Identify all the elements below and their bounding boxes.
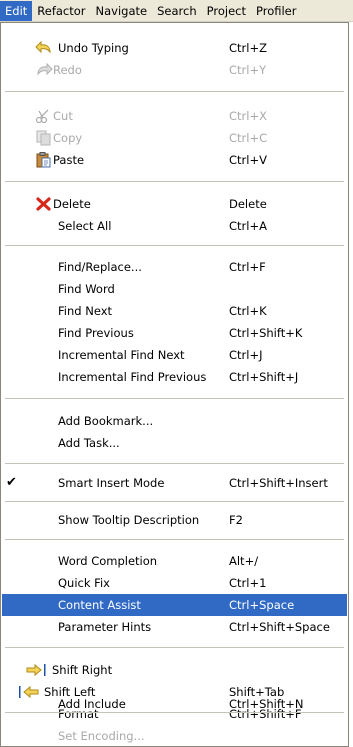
menu-item-shortcut: Ctrl+K bbox=[229, 304, 267, 318]
menu-item-shortcut: Ctrl+Shift+Insert bbox=[229, 476, 328, 490]
scissors-icon bbox=[35, 108, 53, 124]
menu-item-label: Set Encoding... bbox=[58, 729, 145, 743]
menu-item-shortcut: Ctrl+J bbox=[229, 348, 263, 362]
menu-item-find-word[interactable]: Find Word bbox=[2, 278, 347, 300]
menu-item-label: Content Assist bbox=[58, 598, 141, 612]
menu-item-label: Redo bbox=[53, 63, 82, 77]
menu-item-shortcut: Alt+/ bbox=[229, 554, 259, 568]
menu-item-paste[interactable]: Paste Ctrl+V bbox=[2, 149, 347, 171]
menu-item-content-assist[interactable]: Content Assist Ctrl+Space bbox=[2, 594, 347, 616]
edit-menu-dropdown: Undo Typing Ctrl+Z Redo Ctrl+Y Cut Ctrl+… bbox=[0, 22, 349, 747]
menu-item-label: Smart Insert Mode bbox=[58, 476, 165, 490]
menu-item-add-task[interactable]: Add Task... bbox=[2, 432, 347, 454]
menu-item-label: Undo Typing bbox=[58, 41, 129, 55]
menubar-edit[interactable]: Edit bbox=[0, 0, 33, 21]
menu-item-shift-right[interactable]: Shift Right bbox=[2, 659, 347, 681]
menu-item-label: Add Task... bbox=[58, 436, 120, 450]
menu-item-shortcut: Delete bbox=[229, 197, 267, 211]
menu-item-label: Add Include bbox=[58, 697, 126, 711]
menu-item-parameter-hints[interactable]: Parameter Hints Ctrl+Shift+Space bbox=[2, 616, 347, 638]
menu-item-quick-fix[interactable]: Quick Fix Ctrl+1 bbox=[2, 572, 347, 594]
menu-item-word-completion[interactable]: Word Completion Alt+/ bbox=[2, 550, 347, 572]
menubar-search[interactable]: Search bbox=[152, 1, 202, 21]
menu-item-shortcut: Ctrl+Y bbox=[229, 63, 267, 77]
menu-item-label: Show Tooltip Description bbox=[58, 513, 200, 527]
menu-item-shortcut: Ctrl+Space bbox=[229, 598, 295, 612]
menu-item-label: Delete bbox=[53, 197, 91, 211]
menu-item-undo-typing[interactable]: Undo Typing Ctrl+Z bbox=[2, 37, 347, 59]
menu-item-label: Select All bbox=[58, 219, 112, 233]
paste-icon bbox=[35, 152, 53, 168]
menu-item-copy[interactable]: Copy Ctrl+C bbox=[2, 127, 347, 149]
menu-item-label: Incremental Find Previous bbox=[58, 370, 207, 384]
menubar-project[interactable]: Project bbox=[202, 1, 251, 21]
menu-item-delete[interactable]: Delete Delete bbox=[2, 193, 347, 215]
menu-item-smart-insert-mode[interactable]: ✔ Smart Insert Mode Ctrl+Shift+Insert bbox=[2, 472, 347, 494]
menu-item-shortcut: Ctrl+F bbox=[229, 260, 266, 274]
menu-item-shortcut: Ctrl+V bbox=[229, 153, 267, 167]
menu-item-set-encoding[interactable]: Set Encoding... bbox=[2, 725, 347, 747]
menu-item-incremental-find-next[interactable]: Incremental Find Next Ctrl+J bbox=[2, 344, 347, 366]
menu-item-show-tooltip-description[interactable]: Show Tooltip Description F2 bbox=[2, 509, 347, 531]
menu-item-label: Incremental Find Next bbox=[58, 348, 185, 362]
menu-item-shortcut: Ctrl+Z bbox=[229, 41, 267, 55]
menu-item-incremental-find-previous[interactable]: Incremental Find Previous Ctrl+Shift+J bbox=[2, 366, 347, 388]
menu-item-shortcut: F2 bbox=[229, 513, 243, 527]
menubar-navigate[interactable]: Navigate bbox=[91, 1, 153, 21]
menu-item-shortcut: Ctrl+Shift+J bbox=[229, 370, 299, 384]
menu-item-add-include[interactable]: Add Include Ctrl+Shift+N bbox=[2, 693, 347, 715]
menu-item-shortcut: Ctrl+Shift+N bbox=[229, 697, 304, 711]
menu-item-label: Quick Fix bbox=[58, 576, 110, 590]
menu-item-select-all[interactable]: Select All Ctrl+A bbox=[2, 215, 347, 237]
menu-item-label: Shift Right bbox=[52, 663, 113, 677]
menu-item-label: Parameter Hints bbox=[58, 620, 152, 634]
menu-separator bbox=[5, 501, 344, 502]
menu-separator bbox=[5, 181, 344, 182]
menu-item-label: Paste bbox=[53, 153, 85, 167]
menu-item-find-next[interactable]: Find Next Ctrl+K bbox=[2, 300, 347, 322]
menu-item-find-previous[interactable]: Find Previous Ctrl+Shift+K bbox=[2, 322, 347, 344]
menu-item-label: Find Previous bbox=[58, 326, 134, 340]
menu-separator bbox=[5, 463, 344, 464]
menu-item-label: Copy bbox=[53, 131, 83, 145]
menu-separator bbox=[5, 539, 344, 540]
menu-item-label: Find/Replace... bbox=[58, 260, 142, 274]
redo-icon bbox=[35, 62, 53, 78]
menu-item-shortcut: Ctrl+X bbox=[229, 109, 267, 123]
checkmark-icon: ✔ bbox=[6, 475, 17, 490]
undo-icon bbox=[35, 40, 53, 56]
menubar-profiler[interactable]: Profiler bbox=[251, 1, 302, 21]
menu-separator bbox=[5, 245, 344, 246]
copy-icon bbox=[35, 130, 53, 146]
menubar-refactor[interactable]: Refactor bbox=[32, 1, 90, 21]
menu-item-label: Add Bookmark... bbox=[58, 414, 154, 428]
menu-bar: Edit Refactor Navigate Search Project Pr… bbox=[0, 0, 353, 22]
menu-separator bbox=[5, 91, 344, 92]
menu-item-cut[interactable]: Cut Ctrl+X bbox=[2, 105, 347, 127]
menu-item-shortcut: Ctrl+Shift+K bbox=[229, 326, 303, 340]
menu-separator bbox=[5, 398, 344, 399]
menu-item-shortcut: Ctrl+Shift+Space bbox=[229, 620, 330, 634]
menu-item-label: Find Next bbox=[58, 304, 113, 318]
menu-item-redo[interactable]: Redo Ctrl+Y bbox=[2, 59, 347, 81]
menu-item-add-bookmark[interactable]: Add Bookmark... bbox=[2, 410, 347, 432]
menu-item-shortcut: Ctrl+C bbox=[229, 131, 268, 145]
menu-separator bbox=[5, 647, 344, 648]
menu-item-label: Word Completion bbox=[58, 554, 158, 568]
menu-item-label: Find Word bbox=[58, 282, 115, 296]
shift-right-icon bbox=[24, 662, 52, 678]
menu-item-shortcut: Ctrl+A bbox=[229, 219, 267, 233]
menu-item-label: Cut bbox=[53, 109, 73, 123]
menu-item-shortcut: Ctrl+1 bbox=[229, 576, 267, 590]
delete-x-icon bbox=[35, 196, 53, 212]
menu-item-find-replace[interactable]: Find/Replace... Ctrl+F bbox=[2, 256, 347, 278]
